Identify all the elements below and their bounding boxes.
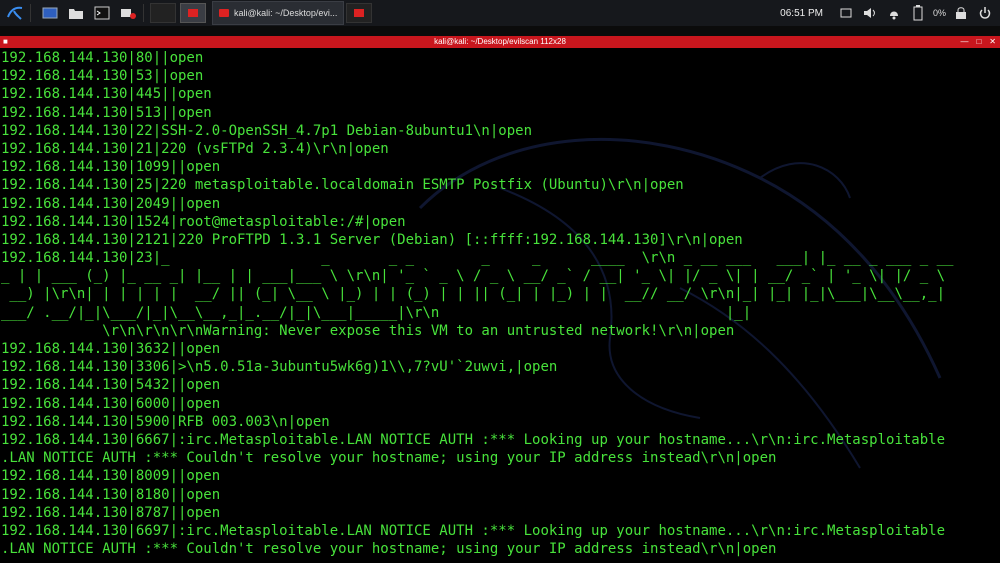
terminal-line: 192.168.144.130|22|SSH-2.0-OpenSSH_4.7p1… bbox=[1, 122, 533, 139]
terminal-line: 192.168.144.130|3632||open bbox=[1, 341, 221, 357]
kali-menu-icon[interactable] bbox=[4, 3, 26, 23]
terminal-line: 192.168.144.130|2049||open bbox=[1, 195, 221, 212]
terminal-task-icon bbox=[219, 9, 229, 17]
terminal-line: ___/ .__/|_|\___/|_|\__\__,_|_.__/|_|\__… bbox=[1, 304, 752, 321]
window-title: kali@kali: ~/Desktop/evilscan 112x28 bbox=[434, 37, 566, 46]
terminal-lines: 192.168.144.130|80||open 192.168.144.130|… bbox=[1, 49, 1000, 558]
workspace-2-button[interactable] bbox=[180, 3, 206, 23]
video-record-icon[interactable] bbox=[117, 3, 139, 23]
terminal-line: 192.168.144.130|8009||open bbox=[1, 468, 221, 485]
terminal-line: 192.168.144.130|8787||open bbox=[1, 504, 221, 521]
terminal-line: __) |\r\n| | | | | | __/ || (_| \__ \ |_… bbox=[1, 286, 946, 303]
clock[interactable]: 06:51 PM bbox=[780, 8, 823, 19]
terminal-line: .LAN NOTICE AUTH :*** Couldn't resolve y… bbox=[1, 450, 777, 467]
terminal-line: 192.168.144.130|6667|:irc.Metasploitable… bbox=[1, 431, 946, 448]
terminal-line: 192.168.144.130|1099||open bbox=[1, 159, 221, 176]
terminal-line: 192.168.144.130|8180||open bbox=[1, 486, 221, 503]
terminal-line: 192.168.144.130|25|220 metasploitable.lo… bbox=[1, 177, 684, 194]
terminal-line: 192.168.144.130|21|220 (vsFTPd 2.3.4)\r\… bbox=[1, 140, 389, 157]
taskbar-separator bbox=[143, 4, 144, 22]
terminal-line: 192.168.144.130|80||open bbox=[1, 50, 204, 66]
terminal-line: .LAN NOTICE AUTH :*** Couldn't resolve y… bbox=[1, 541, 777, 558]
terminal-line: 192.168.144.130|2121|220 ProFTPD 1.3.1 S… bbox=[1, 231, 743, 248]
volume-icon[interactable] bbox=[861, 4, 879, 22]
battery-icon[interactable] bbox=[909, 4, 927, 22]
close-button[interactable]: ✕ bbox=[989, 36, 996, 48]
terminal-line: \r\n\r\n\r\nWarning: Never expose this V… bbox=[1, 322, 735, 339]
task-terminal-window[interactable]: kali@kali: ~/Desktop/evi... bbox=[212, 1, 345, 25]
desktop-icon[interactable] bbox=[39, 3, 61, 23]
lock-icon[interactable] bbox=[952, 4, 970, 22]
notification-bell-icon[interactable] bbox=[885, 4, 903, 22]
terminal-line: 192.168.144.130|5900|RFB 003.003\n|open bbox=[1, 413, 330, 430]
terminal-line: 192.168.144.130|445||open bbox=[1, 86, 212, 103]
taskbar-separator bbox=[30, 4, 31, 22]
task-second-window[interactable] bbox=[346, 3, 373, 23]
battery-percent: 0% bbox=[932, 8, 946, 18]
workspace-1-button[interactable] bbox=[150, 3, 176, 23]
window-icon[interactable] bbox=[837, 4, 855, 22]
window-controls: — □ ✕ bbox=[960, 36, 996, 48]
power-icon[interactable] bbox=[976, 4, 994, 22]
terminal-line: 192.168.144.130|53||open bbox=[1, 68, 204, 85]
terminal-line: 192.168.144.130|3306|>\n5.0.51a-3ubuntu5… bbox=[1, 359, 558, 376]
maximize-button[interactable]: □ bbox=[976, 36, 981, 48]
task-label: kali@kali: ~/Desktop/evi... bbox=[234, 8, 338, 18]
terminal-icon[interactable] bbox=[91, 3, 113, 23]
terminal-line: 192.168.144.130|5432||open bbox=[1, 377, 221, 394]
terminal-line: _ | | ___ (_) |_ __ _| |__ | | ___|___ \… bbox=[1, 268, 946, 285]
terminal-line: 192.168.144.130|1524|root@metasploitable… bbox=[1, 213, 406, 230]
terminal-line: 192.168.144.130|6000||open bbox=[1, 395, 221, 412]
terminal-line: 192.168.144.130|23|_ _ _ _ _ _ ____ \r\n… bbox=[1, 250, 954, 267]
terminal-line: 192.168.144.130|513||open bbox=[1, 104, 212, 121]
folder-icon[interactable] bbox=[65, 3, 87, 23]
terminal-output[interactable]: 192.168.144.130|80||open 192.168.144.130|… bbox=[0, 48, 1000, 563]
window-titlebar[interactable]: ■ kali@kali: ~/Desktop/evilscan 112x28 —… bbox=[0, 36, 1000, 48]
minimize-button[interactable]: — bbox=[960, 36, 968, 48]
taskbar: kali@kali: ~/Desktop/evi... 06:51 PM 0% bbox=[0, 0, 1000, 26]
window-menu-strip bbox=[0, 26, 1000, 36]
window-menu-icon[interactable]: ■ bbox=[3, 36, 8, 48]
terminal-line: 192.168.144.130|6697|:irc.Metasploitable… bbox=[1, 522, 946, 539]
system-tray: 06:51 PM 0% bbox=[780, 4, 1000, 22]
